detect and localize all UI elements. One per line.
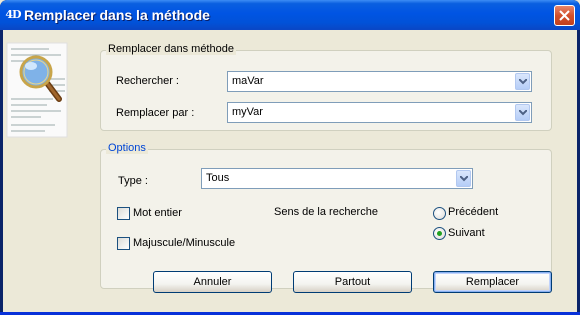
next-radio[interactable] <box>433 227 446 240</box>
chevron-down-icon <box>460 176 468 182</box>
type-combo[interactable]: Tous <box>201 168 473 189</box>
whole-word-checkbox[interactable] <box>117 207 130 220</box>
replace-button[interactable]: Remplacer <box>433 271 552 293</box>
type-value: Tous <box>206 172 230 184</box>
chevron-down-icon <box>519 79 527 85</box>
replace-group: Remplacer dans méthode Rechercher : maVa… <box>100 43 552 131</box>
case-sensitive-label[interactable]: Majuscule/Minuscule <box>133 237 235 249</box>
window-title: Remplacer dans la méthode <box>24 7 210 23</box>
type-label: Type : <box>118 175 148 187</box>
search-dropdown-button[interactable] <box>515 73 530 90</box>
options-group-legend: Options <box>106 142 148 154</box>
previous-radio[interactable] <box>433 207 446 220</box>
cancel-button[interactable]: Annuler <box>153 271 272 293</box>
radio-selected-dot <box>437 231 442 236</box>
dialog-body: Remplacer dans méthode Rechercher : maVa… <box>3 30 577 312</box>
app-logo-icon: 4D <box>5 8 21 21</box>
search-label: Rechercher : <box>116 75 179 87</box>
next-label[interactable]: Suivant <box>448 227 485 239</box>
all-button[interactable]: Partout <box>293 271 412 293</box>
replace-group-legend: Remplacer dans méthode <box>106 43 236 55</box>
direction-label: Sens de la recherche <box>274 206 378 218</box>
previous-label[interactable]: Précédent <box>448 206 498 218</box>
replace-dropdown-button[interactable] <box>515 104 530 121</box>
options-group: Options Type : Tous Mot entier Sens de l… <box>100 142 552 289</box>
close-icon <box>559 10 570 21</box>
search-value: maVar <box>232 75 264 87</box>
close-button[interactable] <box>554 5 575 26</box>
dialog-window: 4D Remplacer dans la méthode Remplacer d… <box>0 0 580 315</box>
search-combo[interactable]: maVar <box>227 71 532 92</box>
search-document-illustration <box>5 41 70 140</box>
title-bar[interactable]: 4D Remplacer dans la méthode <box>0 0 580 30</box>
replace-value: myVar <box>232 106 263 118</box>
chevron-down-icon <box>519 110 527 116</box>
replace-label: Remplacer par : <box>116 107 195 119</box>
replace-combo[interactable]: myVar <box>227 102 532 123</box>
case-sensitive-checkbox[interactable] <box>117 237 130 250</box>
type-dropdown-button[interactable] <box>456 170 471 187</box>
whole-word-label[interactable]: Mot entier <box>133 207 182 219</box>
